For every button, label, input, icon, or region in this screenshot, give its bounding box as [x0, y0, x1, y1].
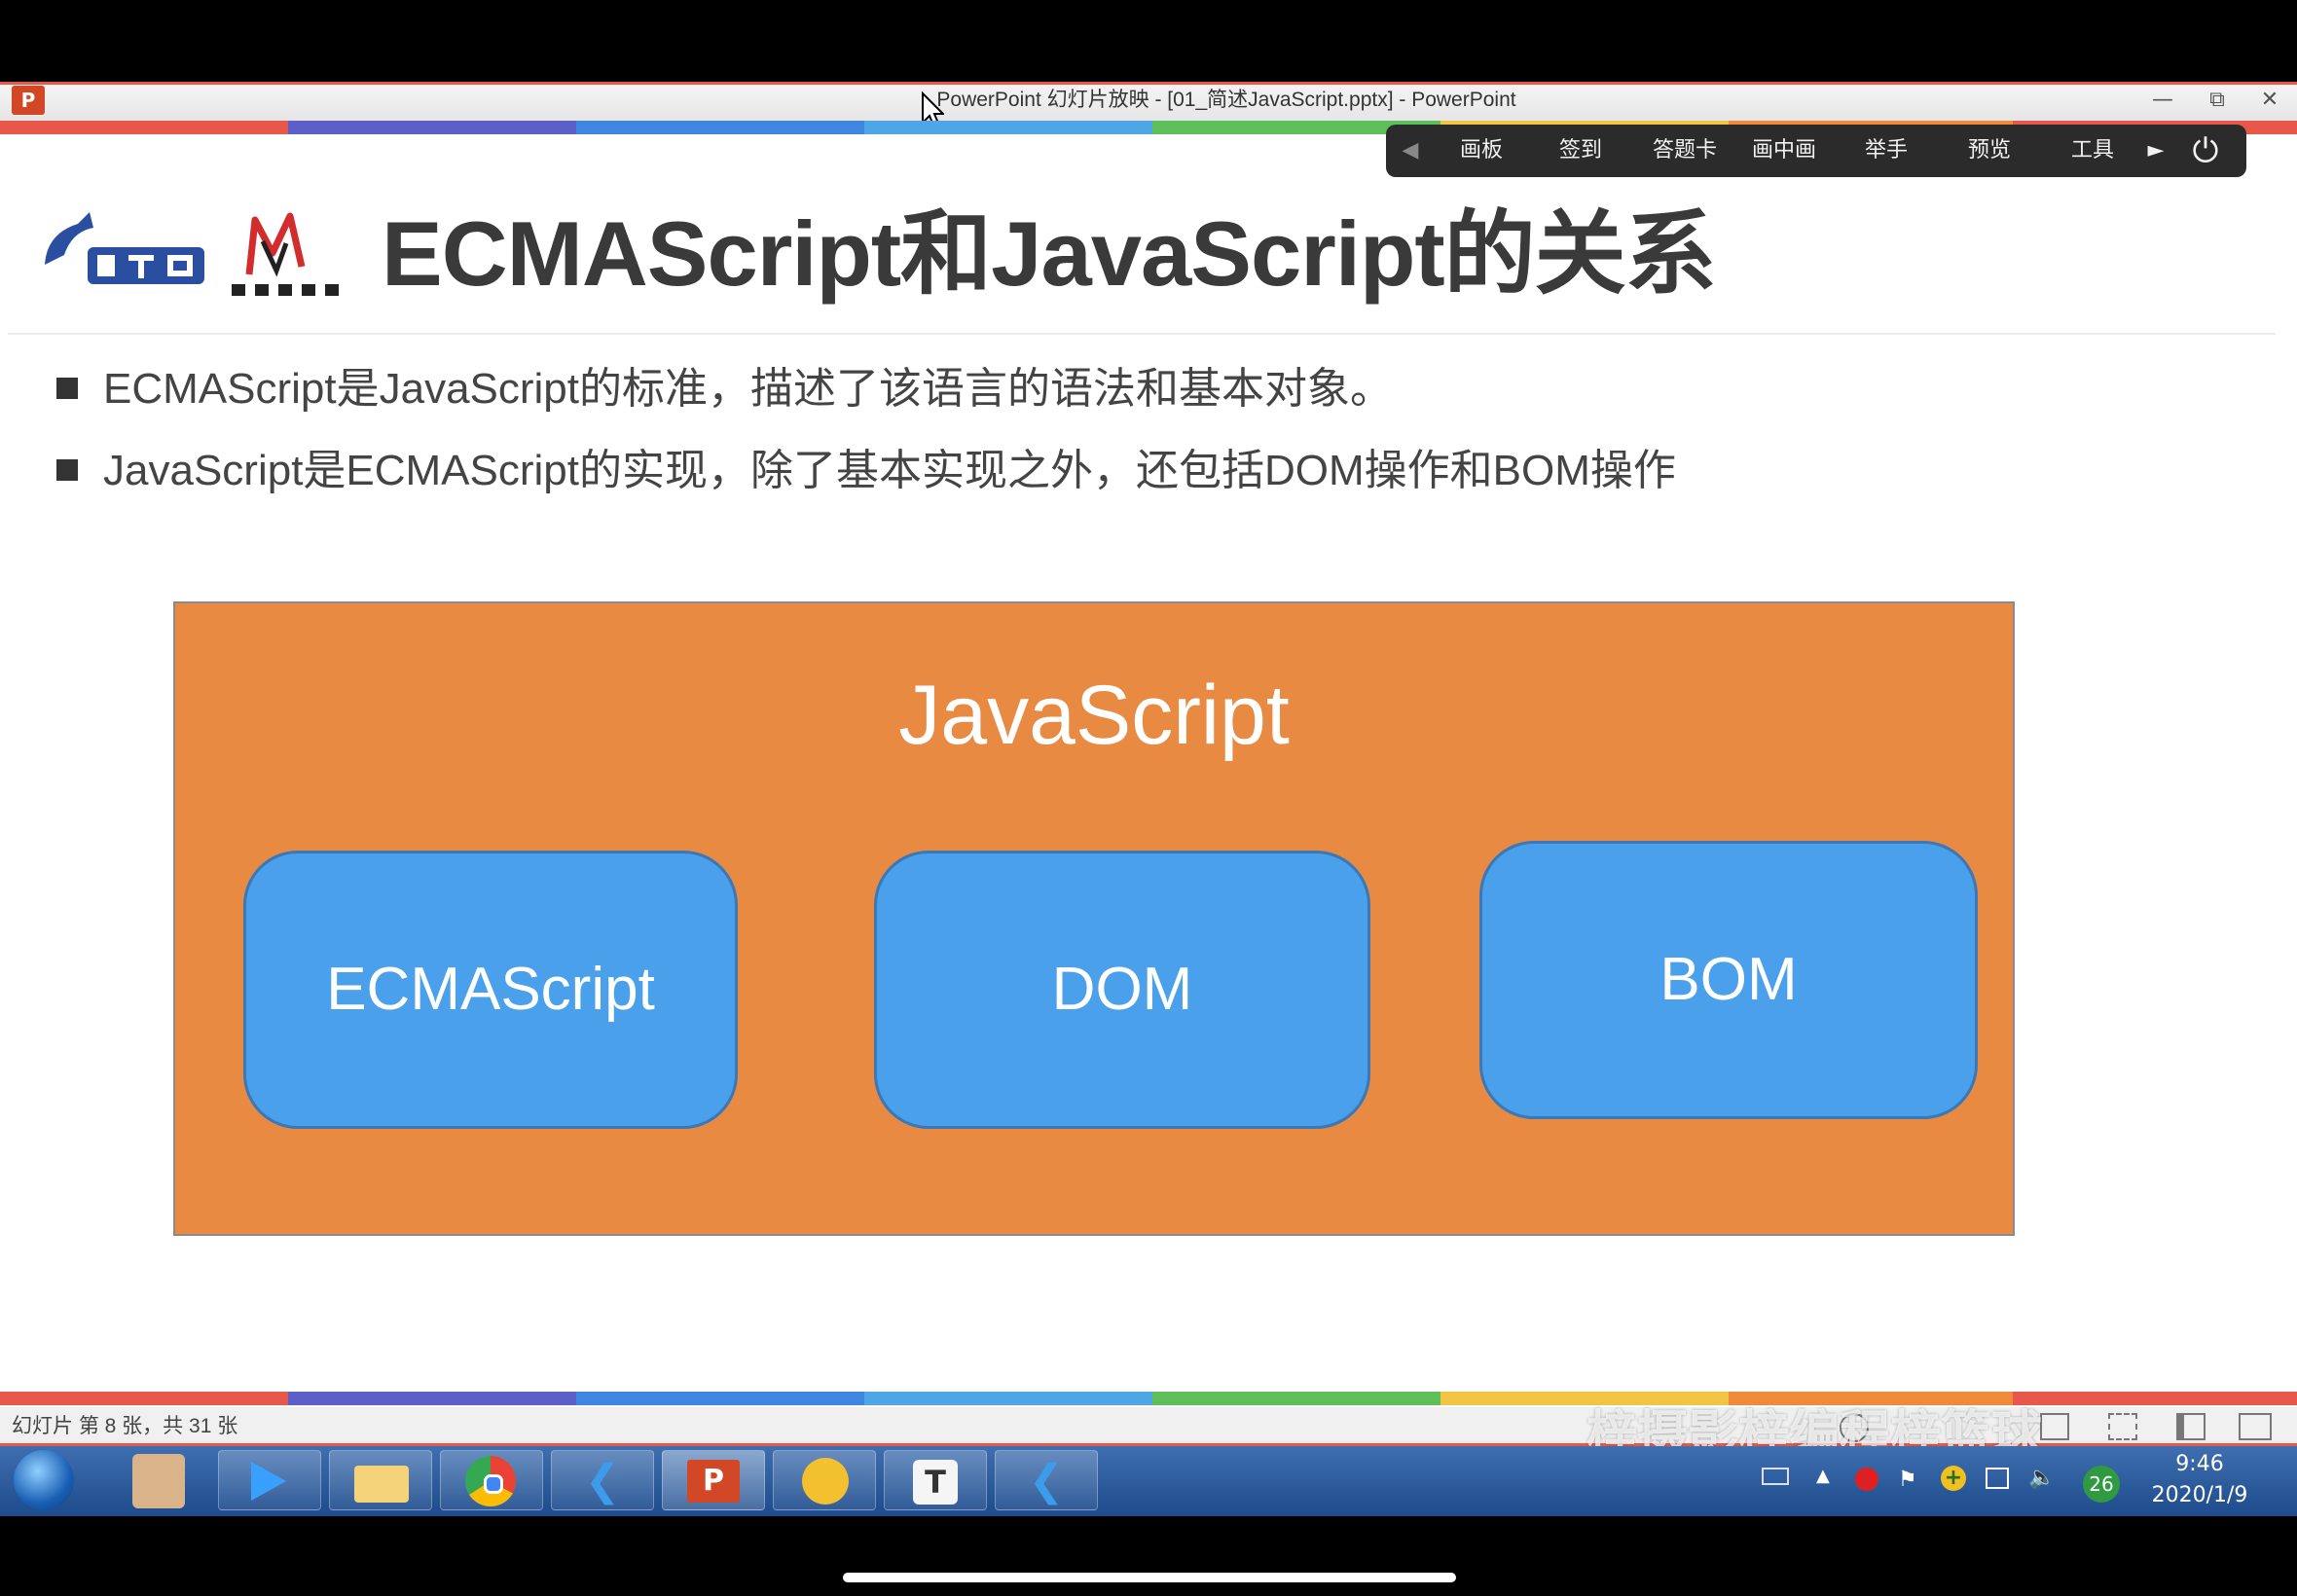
toolbar-item-drawing-board[interactable]: 画板 — [1446, 125, 1516, 177]
home-indicator[interactable] — [843, 1573, 1456, 1582]
slide-title: ECMAScript和JavaScript的关系 — [382, 202, 1717, 305]
tray-expand-icon[interactable]: ▲ — [1816, 1466, 1830, 1486]
restore-icon[interactable]: ⧉ — [2196, 84, 2239, 117]
typora-icon: T — [913, 1460, 958, 1505]
toolbar-pin-icon[interactable]: ► — [2141, 125, 2170, 177]
bom-box: BOM — [1479, 841, 1978, 1119]
powerpoint-app-icon: P — [687, 1460, 740, 1503]
chrome-center-icon — [484, 1474, 503, 1494]
keyboard-icon[interactable] — [1762, 1468, 1789, 1485]
color-stripe-blue — [576, 1392, 864, 1405]
toolbar-item-check-in[interactable]: 签到 — [1546, 125, 1616, 177]
window-title: PowerPoint 幻灯片放映 - [01_简述JavaScript.pptx… — [936, 89, 1516, 111]
secondary-logo-icon — [232, 212, 339, 296]
user-avatar-icon[interactable] — [132, 1454, 185, 1508]
record-icon[interactable] — [1855, 1468, 1878, 1491]
update-icon[interactable]: + — [1941, 1466, 1966, 1491]
folder-icon — [354, 1466, 409, 1503]
flag-icon[interactable]: ⚑ — [1898, 1468, 1917, 1492]
view-reading-icon[interactable] — [2040, 1413, 2069, 1440]
vscode-2-icon: ❮ — [1028, 1456, 1065, 1505]
toolbar-collapse-icon[interactable]: ◀ — [1394, 125, 1427, 177]
player-icon — [251, 1462, 286, 1501]
powerpoint-icon[interactable]: P — [12, 86, 45, 115]
minimize-icon[interactable]: — — [2141, 84, 2184, 117]
color-stripe-blue — [576, 121, 864, 134]
color-stripe-red-2 — [2013, 1392, 2297, 1405]
color-stripe-red — [0, 121, 288, 134]
color-stripe-indigo — [288, 1392, 576, 1405]
toolbar-item-raise-hand[interactable]: 举手 — [1851, 125, 1921, 177]
toolbar-item-picture-in-picture[interactable]: 画中画 — [1740, 125, 1828, 177]
toolbar-item-preview[interactable]: 预览 — [1954, 125, 2024, 177]
slide-position-status: 幻灯片 第 8 张，共 31 张 — [12, 1415, 238, 1437]
ecmascript-box: ECMAScript — [243, 851, 738, 1129]
volume-icon[interactable]: 🔈 — [2028, 1466, 2055, 1490]
tray-counter-badge[interactable]: 26 — [2083, 1466, 2120, 1503]
color-stripe-red — [0, 1392, 288, 1405]
javascript-label: JavaScript — [898, 669, 1290, 762]
color-stripe-indigo — [288, 121, 576, 134]
bullet-text-2: JavaScript是ECMAScript的实现，除了基本实现之外，还包括DOM… — [103, 447, 1676, 494]
notes-icon — [802, 1458, 849, 1505]
toolbar-item-tools[interactable]: 工具 — [2058, 125, 2128, 177]
color-stripe-light-blue — [864, 1392, 1152, 1405]
color-stripe-green — [1152, 1392, 1440, 1405]
view-notes-icon[interactable] — [2176, 1413, 2206, 1440]
bullet-marker — [56, 459, 78, 481]
network-icon[interactable] — [1986, 1468, 2009, 1489]
vscode-icon: ❮ — [584, 1456, 621, 1505]
color-stripe-light-blue — [864, 121, 1152, 134]
dom-box: DOM — [874, 851, 1370, 1129]
bullet-text-1: ECMAScript是JavaScript的标准，描述了该语言的语法和基本对象。 — [103, 365, 1394, 413]
clock-time[interactable]: 9:46 — [2141, 1448, 2258, 1481]
close-icon[interactable]: ✕ — [2248, 84, 2291, 117]
header-divider — [8, 333, 2276, 335]
bullet-marker — [56, 378, 78, 399]
toolbar-item-answer-card[interactable]: 答题卡 — [1641, 125, 1729, 177]
clock-date[interactable]: 2020/1/9 — [2132, 1479, 2268, 1512]
power-icon[interactable]: ⏻ — [2184, 125, 2227, 177]
start-button-icon[interactable] — [14, 1450, 74, 1510]
brand-logo-icon — [45, 212, 204, 284]
view-sorter-icon[interactable] — [2108, 1413, 2137, 1440]
view-slideshow-icon[interactable] — [2239, 1413, 2272, 1440]
